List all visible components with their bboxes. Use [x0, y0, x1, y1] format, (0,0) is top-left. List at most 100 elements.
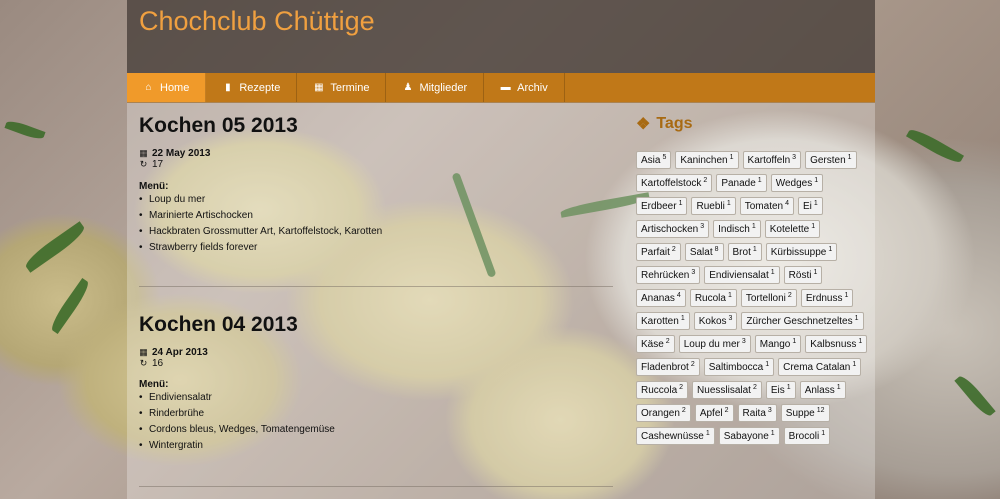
tag-name: Kalbsnuss [810, 339, 857, 350]
tag-link[interactable]: Orangen 2 [636, 404, 691, 422]
tag-count: 3 [741, 338, 746, 345]
tag-name: Endiviensalat [709, 270, 769, 281]
post-meta: ▦ 24 Apr 2013 ↻ 16 [139, 347, 208, 369]
tag-link[interactable]: Wedges 1 [770, 174, 824, 192]
calendar-icon: ▦ [139, 347, 148, 357]
post-divider [139, 486, 613, 487]
tag-link[interactable]: Rehrücken 3 [636, 266, 701, 284]
tag-link[interactable]: Parfait 2 [636, 243, 681, 261]
tag-link[interactable]: Suppe 12 [780, 404, 830, 422]
post-date: 24 Apr 2013 [152, 347, 208, 358]
tag-name: Tomaten [744, 201, 784, 212]
tag-name: Kartoffeln [747, 155, 791, 166]
tag-link[interactable]: Gersten 1 [805, 151, 857, 169]
tag-link[interactable]: Artischocken 3 [636, 220, 710, 238]
tag-link[interactable]: Erdbeer 1 [636, 197, 688, 215]
tag-count: 2 [681, 407, 686, 414]
tag-link[interactable]: Tortelloni 2 [740, 289, 797, 307]
tag-link[interactable]: Raita 3 [737, 404, 777, 422]
tag-link[interactable]: Endiviensalat 1 [704, 266, 780, 284]
post-title[interactable]: Kochen 05 2013 [139, 114, 298, 138]
tag-link[interactable]: Brocoli 1 [783, 427, 831, 445]
tag-link[interactable]: Sabayone 1 [718, 427, 780, 445]
nav-item-termine[interactable]: ▦ Termine [297, 73, 387, 102]
tag-count: 4 [785, 200, 790, 207]
tag-count: 1 [729, 154, 734, 161]
tag-name: Brocoli [788, 431, 820, 442]
tag-link[interactable]: Karotten 1 [636, 312, 690, 330]
refresh-icon: ↻ [139, 159, 148, 169]
list-item: Endiviensalatr [139, 390, 335, 406]
nav-item-archiv[interactable]: ▬ Archiv [484, 73, 565, 102]
list-item: Rinderbrühe [139, 406, 335, 422]
tag-link[interactable]: Kalbsnuss 1 [805, 335, 868, 353]
tag-link[interactable]: Kokos 3 [693, 312, 738, 330]
menu-label: Menü: [139, 379, 169, 390]
tag-link[interactable]: Fladenbrot 2 [636, 358, 700, 376]
tag-link[interactable]: Ruccola 2 [636, 381, 689, 399]
tag-link[interactable]: Zürcher Geschnetzeltes 1 [741, 312, 864, 330]
tag-name: Parfait [641, 247, 670, 258]
nav-item-home[interactable]: ⌂ Home [127, 73, 207, 102]
tag-link[interactable]: Erdnuss 1 [800, 289, 854, 307]
nav-item-label: Archiv [517, 81, 548, 94]
site-title[interactable]: Chochclub Chüttige [139, 6, 375, 37]
tag-link[interactable]: Panade 1 [716, 174, 767, 192]
tag-cloud: Asia 5 Kaninchen 1 Kartoffeln 3 Gersten 1 Kartof… [636, 151, 868, 445]
tag-link[interactable]: Anlass 1 [799, 381, 846, 399]
tag-link[interactable]: Eis 1 [765, 381, 796, 399]
tag-link[interactable]: Saltimbocca 1 [703, 358, 775, 376]
tag-count: 1 [858, 338, 863, 345]
nav-item-mitglieder[interactable]: ♟ Mitglieder [386, 73, 485, 102]
tag-link[interactable]: Asia 5 [636, 151, 672, 169]
tag-count: 3 [700, 223, 705, 230]
tag-link[interactable]: Apfel 2 [694, 404, 734, 422]
tag-link[interactable]: Kartoffeln 3 [742, 151, 802, 169]
calendar-icon: ▦ [314, 82, 324, 93]
post-title[interactable]: Kochen 04 2013 [139, 313, 298, 337]
tag-name: Ananas [641, 293, 675, 304]
tag-link[interactable]: Tomaten 4 [739, 197, 795, 215]
tag-link[interactable]: Ruebli 1 [691, 197, 736, 215]
tag-count: 2 [671, 246, 676, 253]
tag-link[interactable]: Kotelette 1 [764, 220, 821, 238]
tag-count: 1 [813, 269, 818, 276]
tag-link[interactable]: Indisch 1 [713, 220, 761, 238]
tag-name: Ruccola [641, 385, 678, 396]
nav-item-label: Termine [330, 81, 370, 94]
nav-item-rezepte[interactable]: ▮ Rezepte [206, 73, 298, 102]
tag-name: Zürcher Geschnetzeltes [746, 316, 853, 327]
tag-name: Rucola [694, 293, 726, 304]
tag-link[interactable]: Loup du mer 3 [678, 335, 751, 353]
tag-link[interactable]: Crema Catalan 1 [778, 358, 862, 376]
tag-link[interactable]: Ei 1 [798, 197, 823, 215]
list-item: Hackbraten Grossmutter Art, Kartoffelsto… [139, 224, 382, 240]
list-item: Marinierte Artischocken [139, 208, 382, 224]
tag-name: Eis [770, 385, 785, 396]
tag-count: 1 [854, 315, 859, 322]
post-count: 17 [152, 159, 164, 170]
tag-link[interactable]: Kaninchen 1 [675, 151, 739, 169]
tag-link[interactable]: Kürbissuppe 1 [765, 243, 838, 261]
menu-list: Endiviensalatr Rinderbrühe Cordons bleus… [139, 390, 335, 454]
tag-count: 2 [690, 361, 695, 368]
tag-link[interactable]: Nuesslisalat 2 [692, 381, 762, 399]
tag-link[interactable]: Brot 1 [727, 243, 762, 261]
tag-link[interactable]: Käse 2 [636, 335, 675, 353]
tag-link[interactable]: Rucola 1 [689, 289, 737, 307]
tag-count: 1 [705, 430, 710, 437]
tag-count: 1 [786, 384, 791, 391]
tag-link[interactable]: Salat 8 [684, 243, 724, 261]
tag-count: 1 [836, 384, 841, 391]
tag-name: Suppe [785, 408, 815, 419]
tag-link[interactable]: Rösti 1 [783, 266, 823, 284]
tag-link[interactable]: Kartoffelstock 2 [636, 174, 713, 192]
tag-count: 3 [767, 407, 772, 414]
tag-name: Kürbissuppe [770, 247, 827, 258]
tag-count: 1 [821, 430, 826, 437]
tag-link[interactable]: Ananas 4 [636, 289, 686, 307]
tag-link[interactable]: Cashewnüsse 1 [636, 427, 715, 445]
tag-link[interactable]: Mango 1 [754, 335, 802, 353]
tag-name: Sabayone [723, 431, 769, 442]
nav-item-label: Rezepte [239, 81, 281, 94]
